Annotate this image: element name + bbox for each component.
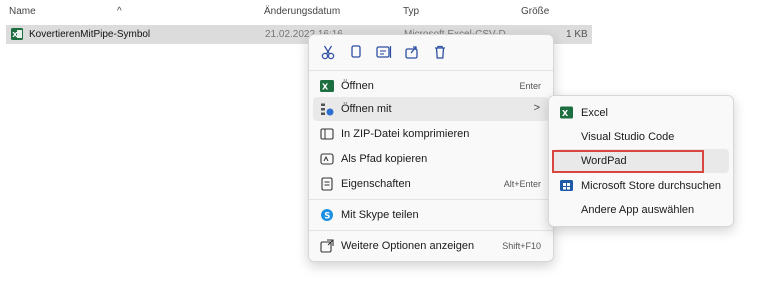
svg-text:S: S — [324, 212, 330, 222]
svg-text:X: X — [562, 109, 569, 118]
highlight-annotation-box — [552, 150, 704, 173]
submenu-item-excel[interactable]: X Excel — [553, 101, 729, 125]
menu-item-more-options-shortcut: Shift+F10 — [502, 241, 541, 251]
menu-item-more-options[interactable]: Weitere Optionen anzeigen Shift+F10 — [313, 234, 549, 258]
submenu-item-store-label: Microsoft Store durchsuchen — [581, 180, 722, 192]
menu-item-zip[interactable]: In ZIP-Datei komprimieren — [313, 122, 549, 146]
submenu-item-vscode-label: Visual Studio Code — [581, 131, 675, 143]
file-size: 1 KB — [566, 29, 588, 40]
svg-text:X: X — [322, 83, 329, 92]
submenu-item-store[interactable]: Microsoft Store durchsuchen — [553, 174, 729, 198]
zip-icon — [320, 128, 334, 140]
menu-item-copy-path[interactable]: Als Pfad kopieren — [313, 147, 549, 171]
copy-icon[interactable] — [347, 43, 365, 61]
svg-text:X: X — [12, 31, 18, 39]
sort-caret-icon: ^ — [117, 6, 122, 17]
menu-item-open-with[interactable]: Öffnen mit > — [313, 97, 549, 121]
more-options-icon — [320, 239, 334, 253]
menu-item-open-label: Öffnen — [341, 80, 374, 92]
menu-item-skype-label: Mit Skype teilen — [341, 209, 419, 221]
menu-item-zip-label: In ZIP-Datei komprimieren — [341, 128, 470, 140]
skype-icon: S — [321, 209, 333, 222]
open-with-icon — [321, 103, 334, 116]
menu-item-properties[interactable]: Eigenschaften Alt+Enter — [313, 172, 549, 196]
menu-item-open-shortcut: Enter — [519, 81, 541, 91]
excel-file-icon: X — [11, 28, 23, 40]
excel-icon: X — [560, 106, 573, 119]
store-icon — [560, 180, 573, 191]
rename-icon[interactable] — [375, 43, 393, 61]
column-date[interactable]: Änderungsdatum — [264, 6, 340, 17]
context-menu: X Öffnen Enter Öffnen mit > In ZIP-Datei… — [308, 34, 554, 262]
context-toolbar — [309, 35, 553, 69]
column-type[interactable]: Typ — [403, 6, 419, 17]
menu-item-copy-path-label: Als Pfad kopieren — [341, 153, 428, 165]
menu-separator — [309, 70, 553, 71]
submenu-item-other-app-label: Andere App auswählen — [581, 204, 695, 216]
menu-separator — [309, 199, 553, 200]
submenu-item-other-app[interactable]: Andere App auswählen — [553, 198, 729, 222]
menu-item-properties-shortcut: Alt+Enter — [503, 179, 541, 189]
share-icon[interactable] — [403, 43, 421, 61]
properties-icon — [321, 177, 333, 191]
copy-path-icon — [320, 153, 334, 165]
menu-item-more-options-label: Weitere Optionen anzeigen — [341, 240, 475, 252]
excel-icon: X — [320, 80, 334, 92]
submenu-item-vscode[interactable]: Visual Studio Code — [553, 125, 729, 149]
menu-item-open[interactable]: X Öffnen Enter — [313, 74, 549, 98]
menu-separator — [309, 230, 553, 231]
menu-item-skype[interactable]: S Mit Skype teilen — [313, 203, 549, 227]
column-header-bar: ^ Name Änderungsdatum Typ Größe — [0, 0, 600, 22]
cut-icon[interactable] — [319, 43, 337, 61]
menu-item-open-with-label: Öffnen mit — [341, 103, 392, 115]
delete-icon[interactable] — [431, 43, 449, 61]
menu-item-properties-label: Eigenschaften — [341, 178, 411, 190]
column-name[interactable]: Name — [9, 6, 36, 17]
file-name: KovertierenMitPipe-Symbol — [29, 29, 151, 40]
chevron-right-icon: > — [533, 102, 540, 114]
submenu-item-excel-label: Excel — [581, 107, 608, 119]
column-size[interactable]: Größe — [521, 6, 549, 17]
